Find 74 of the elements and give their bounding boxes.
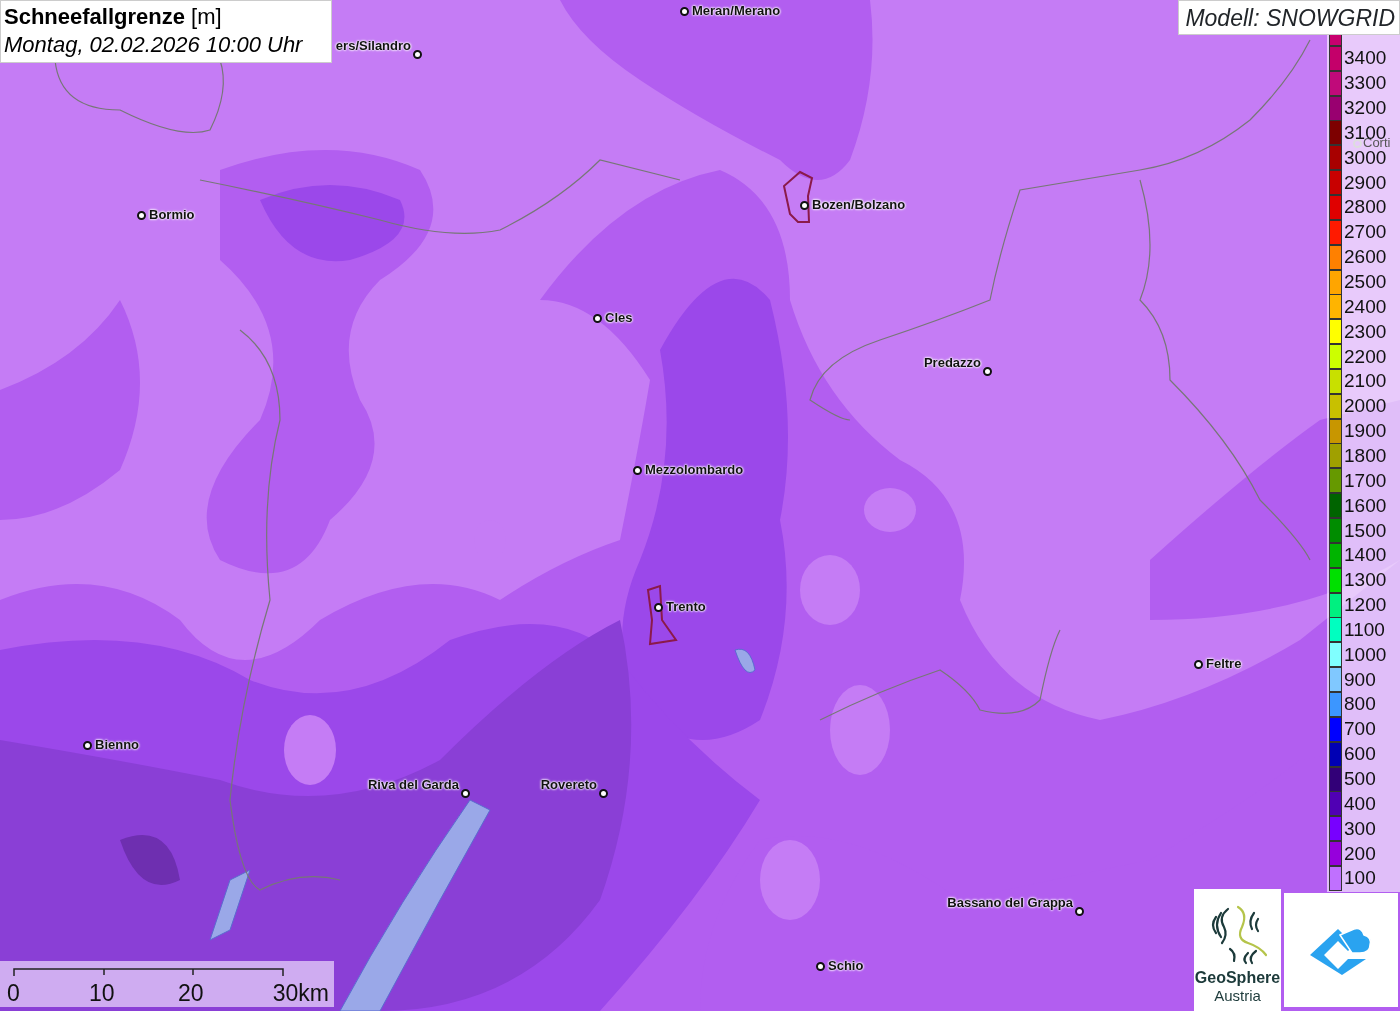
legend-label: 1900: [1344, 421, 1387, 442]
city-label: Predazzo: [923, 355, 981, 370]
legend-label: 700: [1344, 719, 1376, 740]
city-dot-icon: [632, 465, 642, 475]
legend-label: 1600: [1344, 495, 1387, 516]
legend-label: 1700: [1344, 470, 1387, 491]
legend-label: 600: [1344, 744, 1376, 765]
scale-label: 30km: [272, 980, 329, 1006]
city-label: Feltre: [1206, 656, 1242, 671]
legend-label: 1000: [1344, 644, 1387, 665]
city-dot-icon: [412, 49, 422, 59]
city-dot-icon: [1352, 138, 1362, 148]
legend-label: 800: [1344, 694, 1376, 715]
legend-label: 2700: [1344, 222, 1387, 243]
scale-label: 10: [89, 980, 115, 1006]
house-cloud-icon: [1310, 927, 1372, 975]
city-dot-icon: [1074, 906, 1084, 916]
city-label: Riva del Garda: [367, 777, 459, 792]
city-label: Schio: [828, 958, 864, 973]
legend-label: 3400: [1344, 48, 1387, 69]
city-label: Trento: [666, 599, 706, 614]
legend-label: 2800: [1344, 197, 1387, 218]
city-label: Bassano del Grappa: [947, 895, 1073, 910]
legend-label: 400: [1344, 793, 1376, 814]
city-dot-icon: [679, 6, 689, 16]
legend-label: 200: [1344, 843, 1376, 864]
legend-label: 2300: [1344, 321, 1387, 342]
city-dot-icon: [799, 200, 809, 210]
city-dot-icon: [82, 740, 92, 750]
legend-label: 1800: [1344, 445, 1387, 466]
city-dot-icon: [592, 313, 602, 323]
legend-label: 3000: [1344, 147, 1387, 168]
city-label: Bormio: [149, 207, 195, 222]
legend-label: 2100: [1344, 371, 1387, 392]
city-label: ers/Silandro: [335, 38, 411, 53]
legend-label: 100: [1344, 868, 1376, 889]
date-time-text: Montag, 02.02.2026 10:00 Uhr: [4, 31, 304, 59]
legend-label: 2200: [1344, 346, 1387, 367]
city-dot-icon: [460, 788, 470, 798]
legend-label: 1300: [1344, 570, 1387, 591]
city-dot-icon: [815, 961, 825, 971]
legend-label: 2500: [1344, 272, 1387, 292]
city-dot-icon: [136, 210, 146, 220]
scale-label: 20: [178, 980, 204, 1006]
legend-label: 3200: [1344, 98, 1387, 119]
city-label: Bozen/Bolzano: [812, 197, 906, 212]
legend-label: 1400: [1344, 545, 1387, 566]
model-label: Modell: SNOWGRID: [1178, 0, 1400, 35]
legend-label: 2900: [1344, 172, 1387, 193]
city-dot-icon: [653, 602, 663, 612]
city-label: Mezzolombardo: [645, 462, 744, 477]
scale-label: 0: [7, 980, 20, 1006]
legend-label: 1200: [1344, 595, 1387, 616]
city-dot-icon: [1193, 659, 1203, 669]
logo-subtext: Austria: [1214, 987, 1261, 1005]
legend-label: 500: [1344, 769, 1376, 789]
city-label: Meran/Merano: [692, 3, 781, 18]
legend-label: 1500: [1344, 520, 1387, 541]
map-title: Schneefallgrenze [m]: [4, 3, 223, 31]
city-label: Rovereto: [540, 777, 597, 792]
legend-label: 2600: [1344, 247, 1387, 268]
legend-label: 3300: [1344, 73, 1387, 94]
logo-text: GeoSphere: [1194, 969, 1281, 987]
contour-lines-icon: [1211, 905, 1267, 965]
scale-bar-icon: [13, 968, 284, 977]
city-dot-icon: [982, 366, 992, 376]
city-label: Cles: [605, 310, 633, 325]
city-dot-icon: [598, 788, 608, 798]
legend-label: 2400: [1344, 296, 1387, 317]
legend-label: 1100: [1344, 619, 1385, 640]
city-label: Bienno: [95, 737, 140, 752]
legend-label: 2000: [1344, 396, 1387, 417]
legend-label: 300: [1344, 818, 1376, 839]
legend-label: 900: [1344, 669, 1376, 690]
